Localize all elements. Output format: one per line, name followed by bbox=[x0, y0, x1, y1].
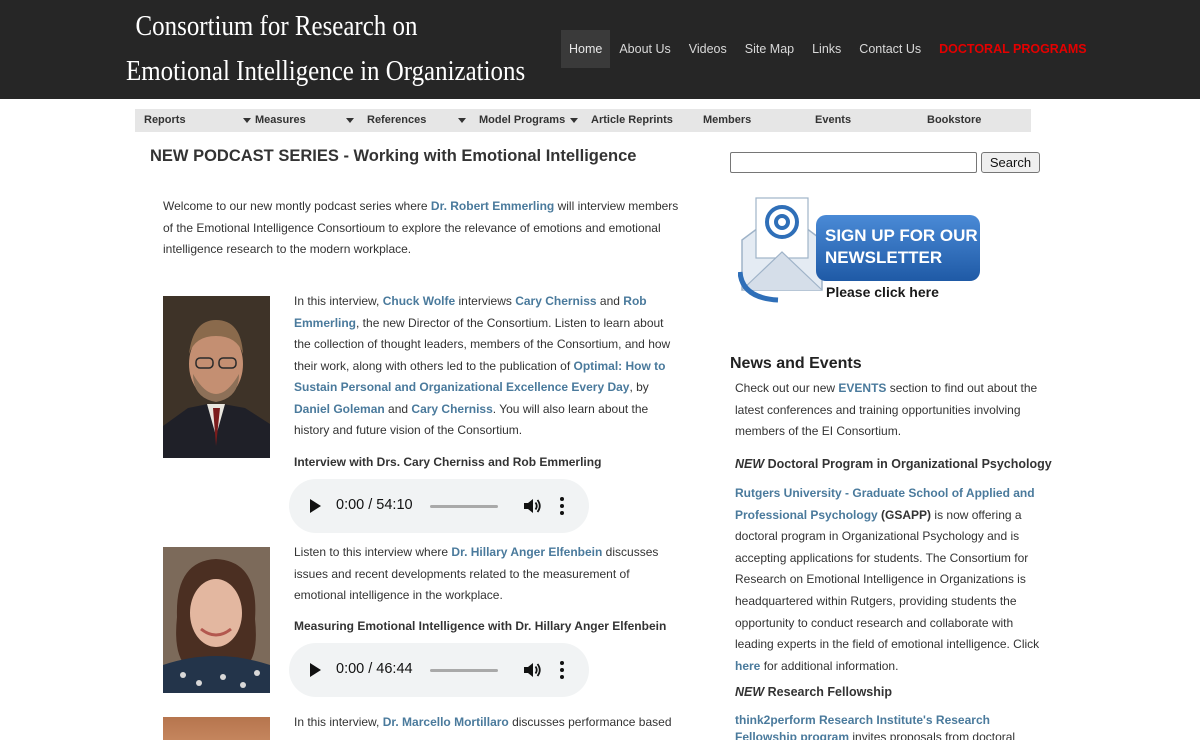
nav-videos[interactable]: Videos bbox=[680, 30, 736, 68]
caret-down-icon bbox=[243, 118, 251, 123]
text: is now offering a doctoral program in Or… bbox=[735, 507, 1040, 652]
text: discusses performance based bbox=[508, 715, 672, 729]
newsletter-banner-text: SIGN UP FOR OUR NEWSLETTER bbox=[825, 225, 978, 269]
more-options-icon[interactable] bbox=[560, 661, 564, 679]
subnav-measures-label: Measures bbox=[255, 114, 306, 126]
photo-marcello-mortillaro bbox=[163, 717, 270, 740]
site-title-line1: Consortium for Research on bbox=[135, 10, 418, 42]
newsletter-line1: SIGN UP FOR OUR bbox=[825, 226, 978, 245]
subnav-measures[interactable]: Measures bbox=[255, 109, 365, 132]
subnav-references[interactable]: References bbox=[367, 109, 477, 132]
portrait-image bbox=[163, 547, 270, 693]
subnav-model-programs-label: Model Programs bbox=[479, 114, 566, 126]
site-title[interactable]: Consortium for Research on Emotional Int… bbox=[126, 4, 526, 94]
photo-cary-cherniss bbox=[163, 296, 270, 458]
portrait-image bbox=[163, 296, 270, 458]
subnav-references-label: References bbox=[367, 114, 427, 126]
nav-doctoral-programs[interactable]: DOCTORAL PROGRAMS bbox=[930, 30, 1095, 68]
photo-hillary-anger-elfenbein bbox=[163, 547, 270, 693]
seek-slider[interactable] bbox=[430, 669, 498, 672]
more-options-icon[interactable] bbox=[560, 497, 564, 515]
nav-links[interactable]: Links bbox=[803, 30, 850, 68]
text: In this interview, bbox=[294, 294, 383, 308]
top-navigation: Home About Us Videos Site Map Links Cont… bbox=[561, 30, 1096, 68]
audio-player-1[interactable]: 0:00 / 54:10 bbox=[289, 479, 589, 533]
audio-time: 0:00 / 54:10 bbox=[336, 497, 413, 513]
doctoral-program-text: Rutgers University - Graduate School of … bbox=[735, 483, 1045, 677]
nav-site-map[interactable]: Site Map bbox=[736, 30, 803, 68]
intro-text: Welcome to our new montly podcast series… bbox=[163, 199, 431, 213]
subnav-events[interactable]: Events bbox=[815, 109, 851, 132]
play-icon[interactable] bbox=[310, 499, 321, 513]
podcast1-caption: Interview with Drs. Cary Cherniss and Ro… bbox=[294, 455, 602, 469]
text: invites proposals from doctoral bbox=[849, 730, 1016, 740]
newsletter-cta: Please click here bbox=[826, 284, 939, 300]
intro-paragraph: Welcome to our new montly podcast series… bbox=[163, 196, 683, 261]
doctoral-program-heading: NEW Doctoral Program in Organizational P… bbox=[735, 457, 1052, 471]
audio-time: 0:00 / 46:44 bbox=[336, 661, 413, 677]
search-input[interactable] bbox=[730, 152, 977, 173]
text: interviews bbox=[455, 294, 516, 308]
subnav-article-reprints[interactable]: Article Reprints bbox=[591, 109, 673, 132]
podcast1-description: In this interview, Chuck Wolfe interview… bbox=[294, 291, 679, 442]
text: and bbox=[384, 401, 412, 416]
new-label: NEW bbox=[735, 457, 765, 471]
text: for additional information. bbox=[760, 658, 899, 673]
link-events[interactable]: EVENTS bbox=[838, 381, 886, 395]
page-title: NEW PODCAST SERIES - Working with Emotio… bbox=[150, 147, 637, 165]
caret-down-icon bbox=[458, 118, 466, 123]
play-icon[interactable] bbox=[310, 663, 321, 677]
link-hillary-anger-elfenbein[interactable]: Dr. Hillary Anger Elfenbein bbox=[451, 545, 602, 559]
nav-about-us[interactable]: About Us bbox=[610, 30, 679, 68]
newsletter-signup-banner[interactable]: SIGN UP FOR OUR NEWSLETTER Please click … bbox=[737, 190, 984, 304]
new-label: NEW bbox=[735, 685, 765, 699]
text: , by bbox=[629, 380, 649, 394]
news-events-text: Check out our new EVENTS section to find… bbox=[735, 378, 1045, 443]
link-robert-emmerling[interactable]: Dr. Robert Emmerling bbox=[431, 199, 554, 213]
link-marcello-mortillaro[interactable]: Dr. Marcello Mortillaro bbox=[383, 715, 509, 729]
link-cary-cherniss[interactable]: Cary Cherniss bbox=[515, 294, 596, 308]
subnav-model-programs[interactable]: Model Programs bbox=[479, 109, 589, 132]
link-chuck-wolfe[interactable]: Chuck Wolfe bbox=[383, 294, 455, 308]
nav-contact-us[interactable]: Contact Us bbox=[850, 30, 930, 68]
site-title-line2: Emotional Intelligence in Organizations bbox=[126, 55, 526, 87]
secondary-navigation: Reports Measures References Model Progra… bbox=[135, 109, 1031, 132]
link-cary-cherniss[interactable]: Cary Cherniss bbox=[411, 402, 492, 416]
text: Check out our new bbox=[735, 381, 839, 395]
caret-down-icon bbox=[346, 118, 354, 123]
text: In this interview, bbox=[294, 715, 383, 729]
subnav-members[interactable]: Members bbox=[703, 109, 751, 132]
heading-text: Research Fellowship bbox=[764, 685, 892, 699]
subnav-reports[interactable]: Reports bbox=[144, 109, 254, 132]
volume-icon[interactable] bbox=[522, 496, 542, 516]
text: and bbox=[596, 294, 624, 308]
news-events-heading: News and Events bbox=[730, 355, 862, 372]
fellowship-text: think2perform Research Institute's Resea… bbox=[735, 712, 1045, 740]
nav-home[interactable]: Home bbox=[561, 30, 611, 68]
audio-player-2[interactable]: 0:00 / 46:44 bbox=[289, 643, 589, 697]
gsapp-text: (GSAPP) bbox=[877, 507, 932, 522]
fellowship-heading: NEW Research Fellowship bbox=[735, 685, 892, 699]
subnav-reports-label: Reports bbox=[144, 114, 186, 126]
subnav-bookstore[interactable]: Bookstore bbox=[927, 109, 981, 132]
heading-text: Doctoral Program in Organizational Psych… bbox=[764, 457, 1052, 471]
podcast2-description: Listen to this interview where Dr. Hilla… bbox=[294, 542, 679, 607]
site-header: Consortium for Research on Emotional Int… bbox=[0, 0, 1200, 99]
podcast2-caption: Measuring Emotional Intelligence with Dr… bbox=[294, 619, 667, 633]
newsletter-line2: NEWSLETTER bbox=[825, 248, 943, 267]
podcast3-description: In this interview, Dr. Marcello Mortilla… bbox=[294, 712, 679, 734]
search-button[interactable]: Search bbox=[981, 152, 1040, 173]
link-here[interactable]: here bbox=[735, 659, 760, 673]
link-daniel-goleman[interactable]: Daniel Goleman bbox=[294, 402, 385, 416]
volume-icon[interactable] bbox=[522, 660, 542, 680]
caret-down-icon bbox=[570, 118, 578, 123]
seek-slider[interactable] bbox=[430, 505, 498, 508]
text: Listen to this interview where bbox=[294, 545, 452, 559]
